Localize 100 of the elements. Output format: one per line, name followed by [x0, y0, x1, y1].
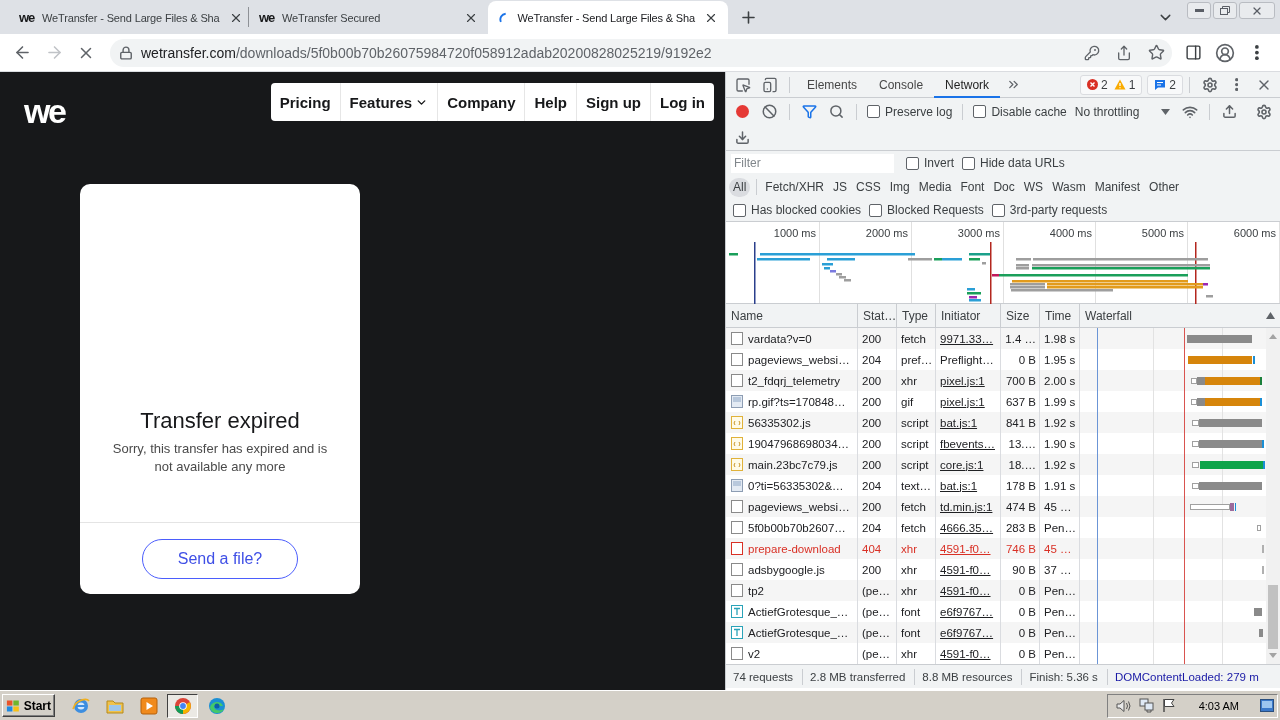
checkbox[interactable]: [991, 203, 1005, 217]
nav-link[interactable]: Pricing: [270, 83, 340, 121]
checkbox-label[interactable]: 3rd-party requests: [1009, 203, 1108, 217]
request-row[interactable]: prepare-download 404 xhr 4591-f0… 746 B 45 …: [726, 538, 1266, 559]
checkbox[interactable]: [867, 105, 880, 118]
taskbar-app-button[interactable]: [167, 693, 198, 718]
initiator-link[interactable]: core.js:1: [940, 458, 984, 471]
nav-link[interactable]: Company: [437, 83, 525, 121]
request-name: tp2: [748, 584, 764, 597]
nav-link[interactable]: Log in: [650, 83, 714, 121]
checkbox[interactable]: [906, 156, 919, 170]
column-header[interactable]: Initiator: [936, 304, 1001, 327]
initiator-link[interactable]: 4591-f0…: [940, 584, 991, 597]
initiator-link[interactable]: 4591-f0…: [940, 647, 991, 660]
type-filter[interactable]: WS: [1019, 177, 1048, 197]
devtools-tab[interactable]: Console: [868, 71, 935, 98]
type-filter[interactable]: Manifest: [1090, 177, 1145, 197]
checkbox-label[interactable]: Preserve log: [885, 104, 953, 119]
devtools-tab[interactable]: Elements: [796, 71, 869, 98]
type-filter[interactable]: Fetch/XHR: [761, 177, 829, 197]
type-filter[interactable]: CSS: [852, 177, 885, 197]
request-name: v2: [748, 647, 761, 660]
request-row[interactable]: main.23bc7c79.js 200 script core.js:1 18.… 1.92 s: [726, 454, 1266, 475]
funnel-icon: [802, 104, 817, 119]
browser-tab[interactable]: WeTransfer - Send Large Files & Sha: [488, 1, 728, 34]
start-flag-icon: [6, 698, 21, 713]
column-header[interactable]: Name: [726, 304, 858, 327]
checkbox[interactable]: [962, 156, 975, 170]
image-file-icon: [731, 479, 743, 492]
checkbox[interactable]: [869, 203, 883, 217]
checkbox[interactable]: [973, 105, 987, 118]
request-row[interactable]: vardata?v=0 200 fetch 9971.33… 1.4 … 1.98 s: [726, 328, 1266, 349]
browser-tab[interactable]: we WeTransfer Secured: [248, 1, 488, 34]
waterfall-bar: [1254, 607, 1262, 616]
initiator-link[interactable]: pixel.js:1: [940, 395, 985, 408]
file-icon: [731, 353, 743, 366]
issues-counter[interactable]: 2 1: [1079, 74, 1143, 95]
browser-tab[interactable]: we WeTransfer - Send Large Files & Sha: [8, 1, 248, 34]
request-name: ActiefGrotesque_…: [748, 626, 849, 639]
checkbox[interactable]: [733, 203, 746, 217]
restore-button[interactable]: [1213, 2, 1237, 19]
initiator-link[interactable]: e6f9767…: [940, 626, 994, 639]
checkbox-label[interactable]: Invert: [924, 156, 954, 170]
request-name: 19047968698034…: [748, 437, 850, 450]
column-header[interactable]: Time: [1040, 304, 1080, 327]
start-button[interactable]: Start: [2, 694, 55, 717]
browser-icon: [71, 696, 90, 715]
font-file-icon: [731, 605, 743, 618]
type-filter[interactable]: Doc: [989, 177, 1019, 197]
initiator-link[interactable]: bat.js:1: [940, 479, 978, 492]
request-name: 0?ti=56335302&…: [748, 479, 844, 492]
type-filter[interactable]: JS: [829, 177, 852, 197]
send-file-button[interactable]: Send a file?: [142, 538, 298, 579]
column-header[interactable]: Waterfall: [1080, 304, 1280, 327]
tab-favicon: we: [19, 11, 35, 24]
card-message: Sorry, this transfer has expired and is not available any more: [111, 440, 329, 476]
filter-input[interactable]: Filter: [731, 153, 894, 173]
request-row[interactable]: t2_fdqrj_telemetry 200 xhr pixel.js:1 700 B 2.00 s: [726, 370, 1266, 391]
type-filter[interactable]: Wasm: [1048, 177, 1090, 197]
throttling-dropdown[interactable]: No throttling: [1070, 104, 1177, 119]
nav-link[interactable]: Sign up: [576, 83, 650, 121]
scrollbar-thumb[interactable]: [1268, 585, 1278, 649]
type-filter[interactable]: Font: [956, 177, 989, 197]
waterfall-bar: [1192, 439, 1264, 448]
request-row[interactable]: ActiefGrotesque_… (pe… font e6f9767… 0 B Pen…: [726, 622, 1266, 643]
column-header[interactable]: Type: [897, 304, 936, 327]
minimize-button[interactable]: [1187, 2, 1211, 19]
type-filter[interactable]: All: [729, 177, 751, 197]
initiator-link[interactable]: 4666.35…: [940, 521, 994, 534]
initiator-link[interactable]: 4591-f0…: [940, 563, 991, 576]
tab-favicon: we: [259, 11, 275, 24]
initiator-link[interactable]: e6f9767…: [940, 605, 994, 618]
initiator-link[interactable]: fbevents…: [940, 437, 995, 450]
request-row[interactable]: pageviews_websi… 200 fetch td.min.js:1 474 B 45 …: [726, 496, 1266, 517]
nav-link[interactable]: Features: [339, 83, 438, 121]
request-row[interactable]: 56335302.js 200 script bat.js:1 841 B 1.92 s: [726, 412, 1266, 433]
column-header[interactable]: Size: [1001, 304, 1040, 327]
messages-counter[interactable]: 2: [1147, 74, 1183, 95]
type-filter[interactable]: Img: [885, 177, 914, 197]
checkbox-label[interactable]: Hide data URLs: [980, 156, 1065, 170]
initiator-link[interactable]: pixel.js:1: [940, 374, 985, 387]
warning-icon: [1113, 79, 1126, 90]
request-name: ActiefGrotesque_…: [748, 605, 849, 618]
request-row[interactable]: tp2 (pe… xhr 4591-f0… 0 B Pen…: [726, 580, 1266, 601]
type-filter[interactable]: Other: [1145, 177, 1184, 197]
initiator-link[interactable]: 4591-f0…: [940, 542, 991, 555]
checkbox-label[interactable]: Blocked Requests: [887, 203, 984, 217]
tick-label: 4000 ms: [1049, 227, 1092, 239]
checkbox-label[interactable]: Disable cache: [991, 104, 1067, 119]
restore-icon: [1220, 6, 1230, 15]
waterfall-bar: [1192, 481, 1262, 490]
type-filter[interactable]: Media: [914, 177, 956, 197]
initiator-link[interactable]: td.min.js:1: [940, 500, 993, 513]
initiator-link[interactable]: 9971.33…: [940, 332, 994, 345]
nav-link[interactable]: Help: [524, 83, 576, 121]
checkbox-label[interactable]: Has blocked cookies: [751, 203, 862, 217]
script-file-icon: [731, 458, 743, 471]
address-bar[interactable]: wetransfer.com/downloads/5f0b00b70b26075984720f058912adab20200828025219/9192e2: [110, 38, 1172, 67]
initiator-link[interactable]: bat.js:1: [940, 416, 978, 429]
column-header[interactable]: Stat…: [858, 304, 897, 327]
